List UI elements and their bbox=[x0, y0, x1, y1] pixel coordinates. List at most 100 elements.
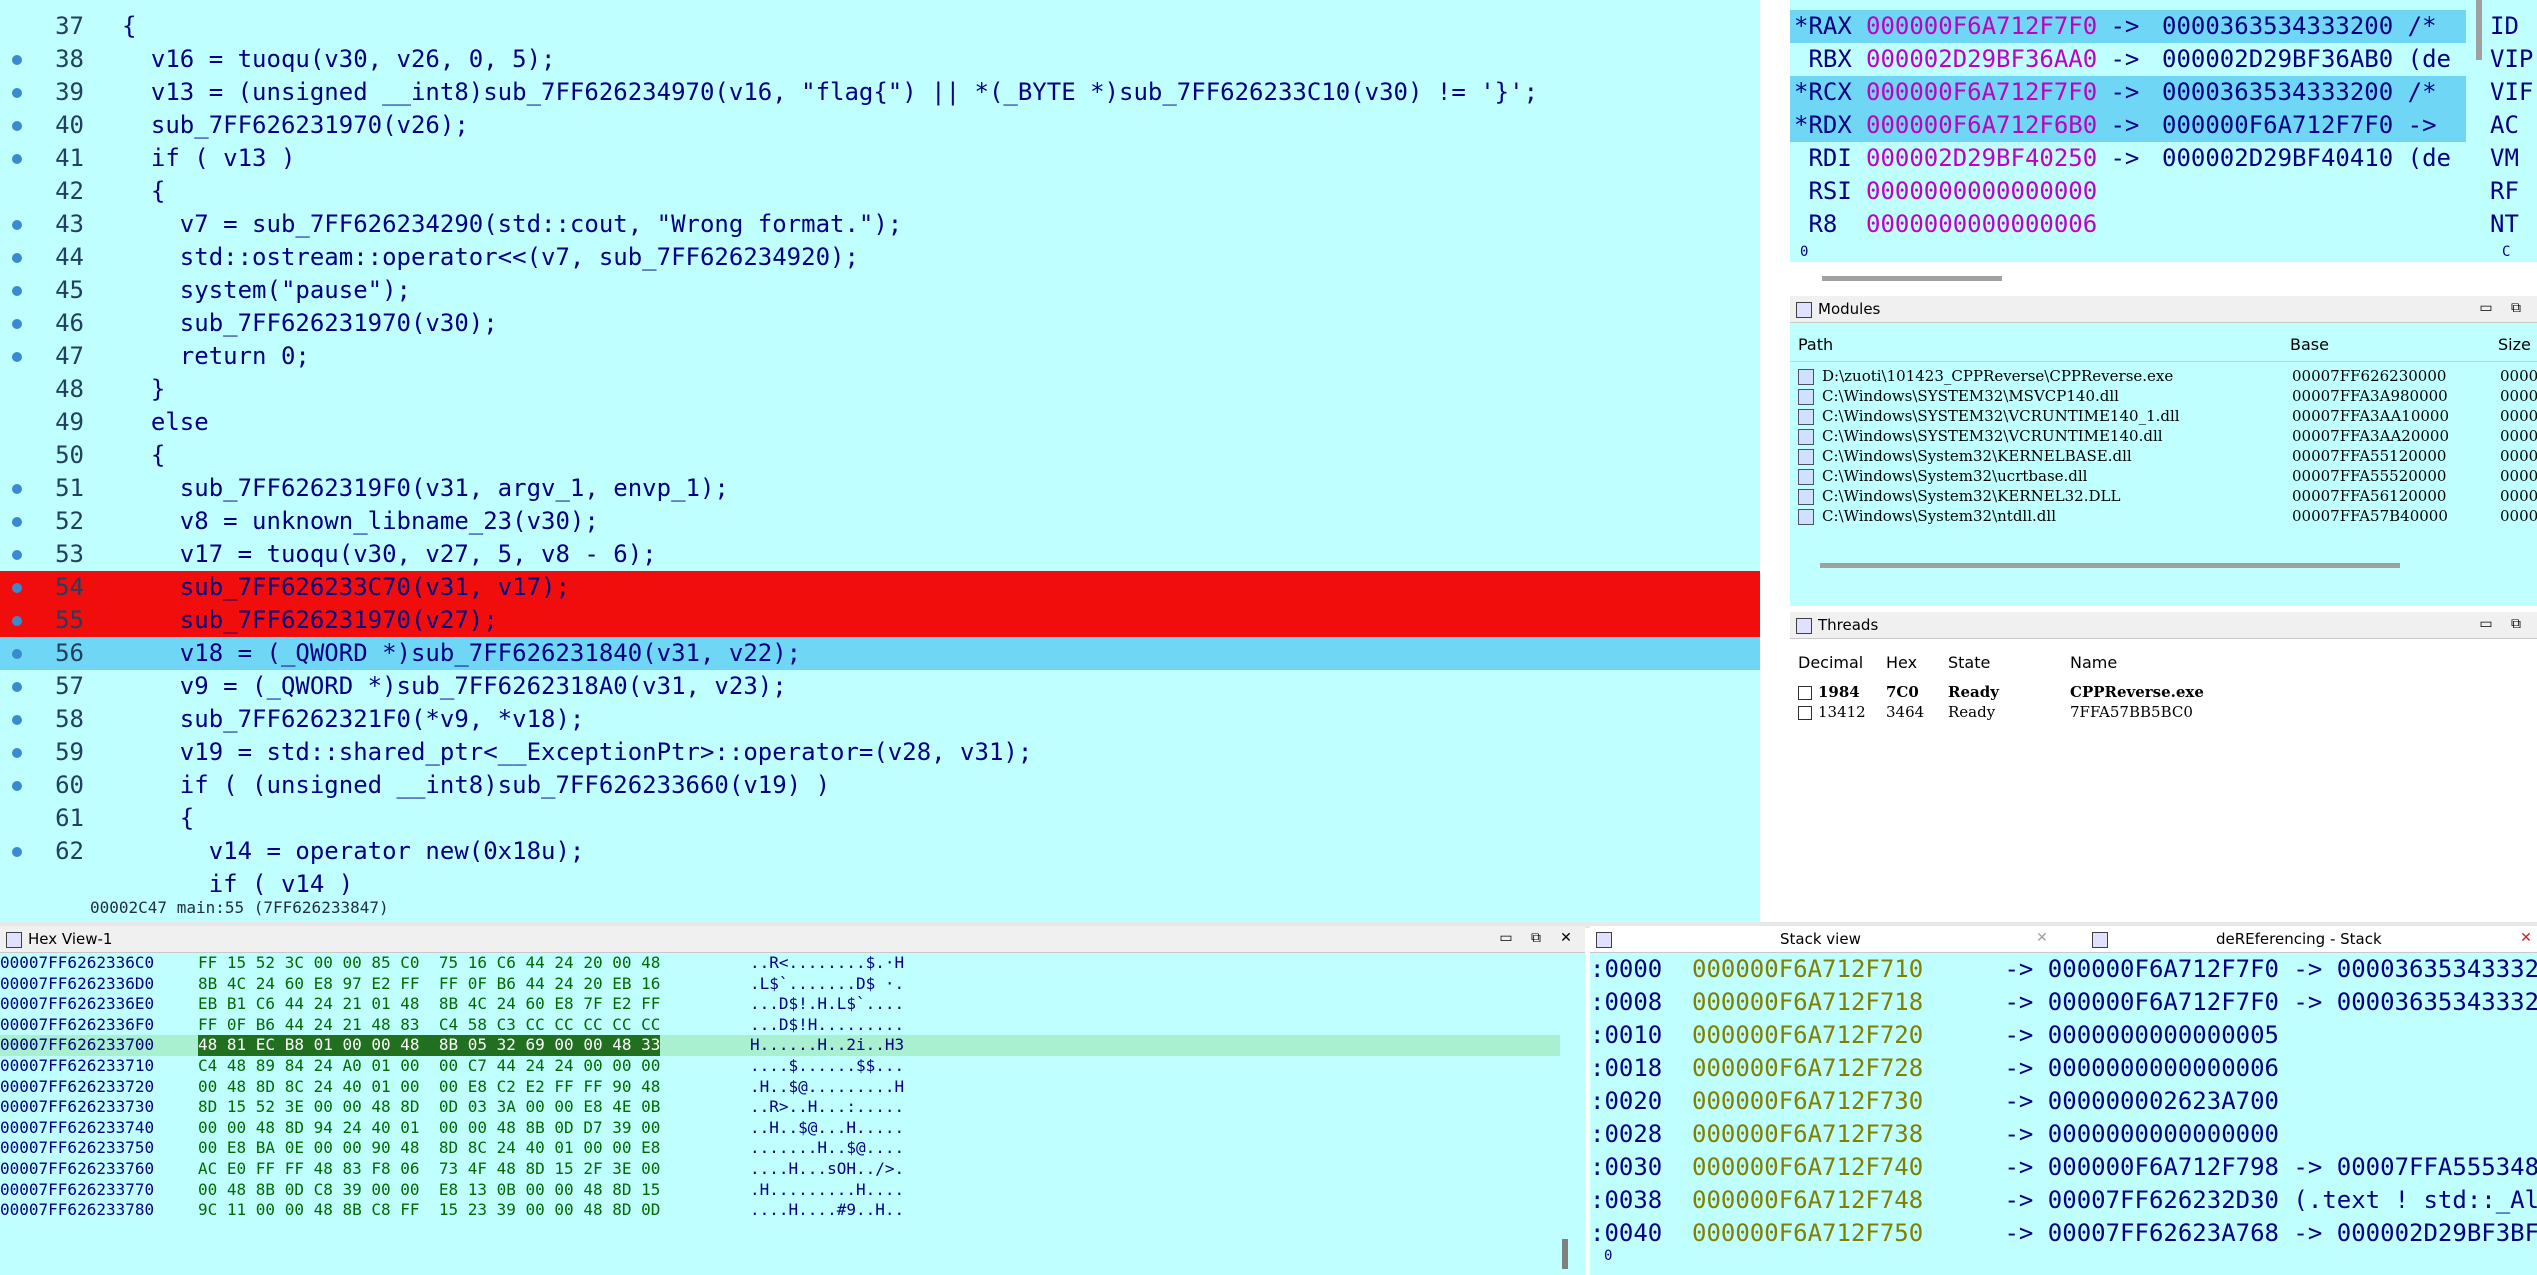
close-icon[interactable]: ✕ bbox=[2034, 930, 2050, 946]
module-row[interactable]: C:\Windows\SYSTEM32\VCRUNTIME140.dll 0000… bbox=[1790, 426, 2537, 446]
code-text[interactable]: sub_7FF626233C70(v31, v17); bbox=[122, 571, 570, 604]
code-text[interactable]: sub_7FF6262319F0(v31, argv_1, envp_1); bbox=[122, 472, 729, 505]
register-value[interactable]: 0000000000000000 bbox=[1866, 175, 2097, 208]
registers-scroll-thumb[interactable] bbox=[1822, 276, 2002, 281]
code-text[interactable]: v14 = operator new(0x18u); bbox=[122, 835, 585, 868]
threads-col-decimal[interactable]: Decimal bbox=[1798, 653, 1863, 672]
stack-value[interactable]: -> 000000F6A712F7F0 -> 0000363534333200 bbox=[1990, 953, 2537, 986]
stack-row[interactable]: :0000 000000F6A712F710 -> 000000F6A712F7F… bbox=[1590, 953, 2537, 986]
registers-panel[interactable]: *RAX 000000F6A712F7F0 -> 0000363534333200… bbox=[1790, 0, 2537, 262]
code-line[interactable]: 39 v13 = (unsigned __int8)sub_7FF6262349… bbox=[0, 76, 1760, 109]
code-line[interactable]: 61 { bbox=[0, 802, 1760, 835]
register-value[interactable]: 000000F6A712F7F0 bbox=[1866, 10, 2097, 43]
code-line[interactable]: 60 if ( (unsigned __int8)sub_7FF62623366… bbox=[0, 769, 1760, 802]
modules-hscrollbar[interactable] bbox=[1820, 563, 2400, 568]
code-text[interactable]: { bbox=[122, 10, 136, 43]
hex-ascii[interactable]: ....H....#9..H.. bbox=[750, 1200, 904, 1221]
stack-value[interactable]: -> 00007FF62623A768 -> 000002D29BF3BF70 bbox=[1990, 1217, 2537, 1250]
stack-value[interactable]: -> 0000000000000006 bbox=[1990, 1052, 2279, 1085]
threads-panel[interactable]: Decimal Hex State Name 1984 7C0 Ready CPPRe… bbox=[1790, 639, 2537, 922]
code-line[interactable]: 47 return 0; bbox=[0, 340, 1760, 373]
code-text[interactable]: sub_7FF6262321F0(*v9, *v18); bbox=[122, 703, 585, 736]
threads-col-state[interactable]: State bbox=[1948, 653, 1990, 672]
modules-col-path[interactable]: Path bbox=[1798, 335, 1833, 354]
hex-row[interactable]: 00007FF626233770 00 48 8B 0D C8 39 00 00 … bbox=[0, 1180, 1560, 1201]
splitter-vertical[interactable] bbox=[1760, 0, 1790, 928]
register-row[interactable]: RDI 000002D29BF40250 -> 000002D29BF40410 … bbox=[1790, 142, 2466, 175]
code-text[interactable]: v18 = (_QWORD *)sub_7FF626231840(v31, v2… bbox=[122, 637, 801, 670]
hex-row[interactable]: 00007FF6262336C0 FF 15 52 3C 00 00 85 C0 … bbox=[0, 953, 1560, 974]
code-text[interactable]: sub_7FF626231970(v27); bbox=[122, 604, 498, 637]
hex-row[interactable]: 00007FF6262336E0 EB B1 C6 44 24 21 01 48 … bbox=[0, 994, 1560, 1015]
code-text[interactable]: v16 = tuoqu(v30, v26, 0, 5); bbox=[122, 43, 556, 76]
code-line[interactable]: 37 { bbox=[0, 10, 1760, 43]
code-text[interactable]: return 0; bbox=[122, 340, 310, 373]
code-line[interactable]: 42 { bbox=[0, 175, 1760, 208]
stack-address[interactable]: 000000F6A712F740 bbox=[1692, 1151, 1923, 1184]
module-row[interactable]: C:\Windows\System32\ntdll.dll 00007FFA57B… bbox=[1790, 506, 2537, 526]
stack-row[interactable]: :0038 000000F6A712F748 -> 00007FF626232D3… bbox=[1590, 1184, 2537, 1217]
maximize-icon[interactable]: ▭ bbox=[2478, 300, 2494, 316]
hex-row[interactable]: 00007FF626233720 00 48 8D 8C 24 40 01 00 … bbox=[0, 1077, 1560, 1098]
hex-ascii[interactable]: .H..$@.........H bbox=[750, 1077, 904, 1098]
register-value[interactable]: 000000F6A712F6B0 bbox=[1866, 109, 2097, 142]
code-text[interactable]: v19 = std::shared_ptr<__ExceptionPtr>::o… bbox=[122, 736, 1033, 769]
stack-title[interactable]: Stack view bbox=[1780, 930, 1861, 948]
hex-bytes[interactable]: AC E0 FF FF 48 83 F8 06 73 4F 48 8D 15 2… bbox=[198, 1159, 660, 1180]
hex-row[interactable]: 00007FF626233710 C4 48 89 84 24 A0 01 00 … bbox=[0, 1056, 1560, 1077]
current-line[interactable]: 56 v18 = (_QWORD *)sub_7FF626231840(v31,… bbox=[0, 637, 1760, 670]
hex-row[interactable]: 00007FF626233730 8D 15 52 3E 00 00 48 8D … bbox=[0, 1097, 1560, 1118]
hex-scrollbar[interactable] bbox=[1562, 1239, 1568, 1269]
register-row[interactable]: *RCX 000000F6A712F7F0 -> 0000363534333200… bbox=[1790, 76, 2466, 109]
hex-current-row[interactable]: 00007FF626233700 48 81 EC B8 01 00 00 48 … bbox=[0, 1035, 1560, 1056]
hex-ascii[interactable]: ..H..$@...H..... bbox=[750, 1118, 904, 1139]
code-text[interactable]: else bbox=[122, 406, 209, 439]
stack-row[interactable]: :0040 000000F6A712F750 -> 00007FF62623A76… bbox=[1590, 1217, 2537, 1250]
stack-address[interactable]: 000000F6A712F718 bbox=[1692, 986, 1923, 1019]
restore-icon[interactable]: ⧉ bbox=[2508, 300, 2524, 316]
threads-col-hex[interactable]: Hex bbox=[1886, 653, 1917, 672]
hex-view-panel[interactable]: 00007FF6262336C0 FF 15 52 3C 00 00 85 C0 … bbox=[0, 953, 1585, 1275]
register-deref[interactable]: 000002D29BF40410 (de bbox=[2162, 142, 2451, 175]
stack-row[interactable]: :0028 000000F6A712F738 -> 000000000000000… bbox=[1590, 1118, 2537, 1151]
registers-vscrollbar[interactable] bbox=[2476, 0, 2482, 60]
hex-bytes[interactable]: 8B 4C 24 60 E8 97 E2 FF FF 0F B6 44 24 2… bbox=[198, 974, 660, 995]
hex-ascii[interactable]: ...D$!.H.L$`.... bbox=[750, 994, 904, 1015]
code-line[interactable]: 40 sub_7FF626231970(v26); bbox=[0, 109, 1760, 142]
hex-ascii[interactable]: ....H...sOH../>. bbox=[750, 1159, 904, 1180]
breakpoint-line[interactable]: 54 sub_7FF626233C70(v31, v17); bbox=[0, 571, 1760, 604]
hex-ascii[interactable]: ...D$!H......... bbox=[750, 1015, 904, 1036]
stack-row[interactable]: :0030 000000F6A712F740 -> 000000F6A712F79… bbox=[1590, 1151, 2537, 1184]
code-text[interactable]: v8 = unknown_libname_23(v30); bbox=[122, 505, 599, 538]
code-text[interactable]: { bbox=[122, 175, 165, 208]
stack-row[interactable]: :0008 000000F6A712F718 -> 000000F6A712F7F… bbox=[1590, 986, 2537, 1019]
hex-bytes[interactable]: 00 E8 BA 0E 00 00 90 48 8D 8C 24 40 01 0… bbox=[198, 1138, 660, 1159]
code-line[interactable]: 52 v8 = unknown_libname_23(v30); bbox=[0, 505, 1760, 538]
threads-col-name[interactable]: Name bbox=[2070, 653, 2117, 672]
code-text[interactable]: std::ostream::operator<<(v7, sub_7FF6262… bbox=[122, 241, 859, 274]
maximize-icon[interactable]: ▭ bbox=[1498, 930, 1514, 946]
stack-address[interactable]: 000000F6A712F728 bbox=[1692, 1052, 1923, 1085]
stack-address[interactable]: 000000F6A712F710 bbox=[1692, 953, 1923, 986]
register-row[interactable]: RSI 0000000000000000 bbox=[1790, 175, 2466, 208]
module-row[interactable]: C:\Windows\System32\ucrtbase.dll 00007FFA… bbox=[1790, 466, 2537, 486]
code-line[interactable]: 49 else bbox=[0, 406, 1760, 439]
maximize-icon[interactable]: ▭ bbox=[2478, 616, 2494, 632]
dereferencing-title[interactable]: deREferencing - Stack bbox=[2216, 930, 2382, 948]
breakpoint-line[interactable]: 55 sub_7FF626231970(v27); bbox=[0, 604, 1760, 637]
stack-address[interactable]: 000000F6A712F720 bbox=[1692, 1019, 1923, 1052]
hex-ascii[interactable]: .H.........H.... bbox=[750, 1180, 904, 1201]
register-value[interactable]: 000002D29BF40250 bbox=[1866, 142, 2097, 175]
code-line[interactable]: 45 system("pause"); bbox=[0, 274, 1760, 307]
code-text[interactable]: if ( v13 ) bbox=[122, 142, 296, 175]
hex-bytes[interactable]: FF 0F B6 44 24 21 48 83 C4 58 C3 CC CC C… bbox=[198, 1015, 660, 1036]
hex-bytes[interactable]: 9C 11 00 00 48 8B C8 FF 15 23 39 00 00 4… bbox=[198, 1200, 660, 1221]
code-line[interactable]: 51 sub_7FF6262319F0(v31, argv_1, envp_1)… bbox=[0, 472, 1760, 505]
code-line[interactable]: 50 { bbox=[0, 439, 1760, 472]
hex-bytes[interactable]: 00 00 48 8D 94 24 40 01 00 00 48 8B 0D D… bbox=[198, 1118, 660, 1139]
hex-ascii[interactable]: ..R<........$.·H bbox=[750, 953, 904, 974]
stack-address[interactable]: 000000F6A712F738 bbox=[1692, 1118, 1923, 1151]
register-value[interactable]: 0000000000000006 bbox=[1866, 208, 2097, 241]
register-value[interactable]: 000002D29BF36AA0 bbox=[1866, 43, 2097, 76]
module-row[interactable]: C:\Windows\System32\KERNELBASE.dll 00007F… bbox=[1790, 446, 2537, 466]
